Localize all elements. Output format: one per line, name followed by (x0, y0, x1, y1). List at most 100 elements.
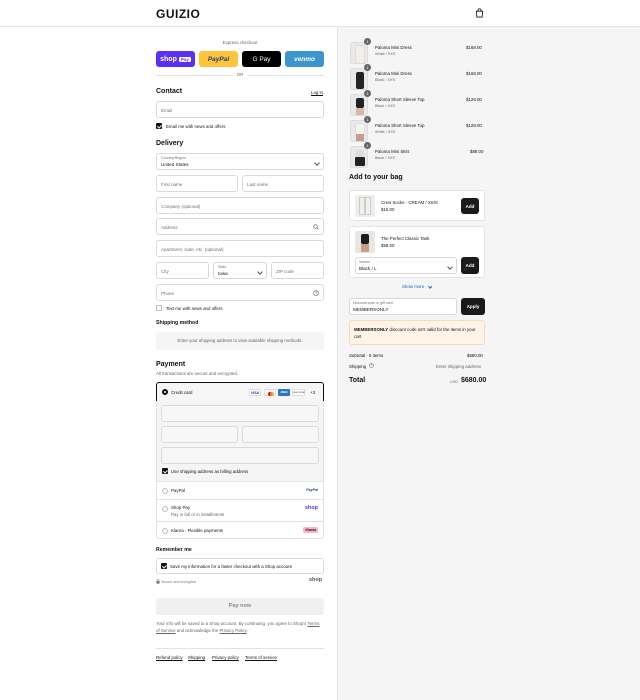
cart-item-name: Paloma Mini Skirt (375, 149, 410, 154)
cart-item-variant: White / XXS (375, 52, 396, 56)
upsell-product-card: Crew Socks - CREAM / XS/S $15.00 Add (349, 190, 485, 221)
paypal-label: PayPal (171, 488, 185, 493)
card-cvv-field[interactable] (242, 426, 319, 443)
state-label: State (218, 265, 227, 269)
footer-privacy-link[interactable]: Privacy policy (212, 655, 239, 660)
last-name-field[interactable]: Last name (242, 175, 324, 192)
product-image (355, 195, 375, 217)
shop-pay-button[interactable]: shop Pay (156, 51, 195, 67)
shop-pay-radio[interactable] (162, 506, 168, 512)
save-info-checkbox[interactable] (161, 563, 167, 569)
email-news-label: Email me with news and offers (166, 124, 226, 129)
phone-placeholder: Phone (161, 291, 175, 296)
shipping-value: Enter shipping address (436, 364, 481, 369)
first-name-field[interactable]: First name (156, 175, 238, 192)
shop-logo-icon: shop (304, 505, 318, 511)
klarna-logo-icon: Klarna (303, 527, 318, 533)
help-icon[interactable] (313, 290, 319, 296)
show-more-link[interactable]: Show more (402, 283, 433, 289)
brand-logo[interactable]: GUIZIO (156, 7, 200, 21)
country-select[interactable]: Country/Region United States (156, 153, 324, 170)
pay-now-button[interactable]: Pay now (156, 598, 324, 615)
shipping-label: Shipping (349, 364, 367, 369)
add-socks-button[interactable]: Add (461, 198, 479, 214)
cart-item-name: Paloma Mini Dress (375, 71, 412, 76)
quantity-badge: 1 (364, 90, 371, 97)
subtotal-label: Subtotal · 5 items (349, 353, 384, 358)
privacy-policy-link[interactable]: Privacy Policy (220, 628, 247, 633)
credit-card-option[interactable]: Credit card VISA AMEX DISCOVER +3 (156, 382, 324, 402)
venmo-button[interactable]: venmo (285, 51, 324, 67)
product-image (350, 94, 368, 116)
discount-code-value: MEMBERSONLY (353, 307, 389, 312)
city-field[interactable]: City (156, 262, 209, 279)
discount-code-field[interactable]: Discount code or gift card MEMBERSONLY (349, 298, 457, 315)
paypal-button[interactable]: PayPal (199, 51, 238, 67)
cart-item-variant: Black / XXS (375, 104, 396, 108)
card-name-field[interactable] (161, 447, 319, 464)
email-news-checkbox[interactable] (156, 123, 162, 129)
address-placeholder: Address (161, 225, 178, 230)
cart-item-price: $128.00 (466, 123, 482, 128)
legal-text: Your info will be saved to a Shop accoun… (156, 620, 324, 634)
paypal-logo-icon: PayPal (306, 488, 318, 492)
first-name-placeholder: First name (161, 182, 183, 187)
divider (156, 648, 324, 649)
amex-icon: AMEX (278, 389, 290, 396)
legal-text-c: . (246, 628, 248, 633)
product-image (350, 68, 368, 90)
cart-item-name: Paloma Short Sleeve Top (375, 97, 425, 102)
upsell-product-name: Crew Socks - CREAM / XS/S (381, 200, 438, 205)
mastercard-icon (264, 389, 276, 396)
company-placeholder: Company (optional) (161, 204, 201, 209)
visa-icon: VISA (249, 389, 261, 396)
legal-text-b: and acknowledge the (176, 628, 219, 633)
card-number-field[interactable] (161, 405, 319, 422)
secure-encrypted-label: Secure and encrypted (161, 580, 197, 584)
login-link[interactable]: Log in (311, 90, 323, 95)
billing-address-checkbox[interactable] (162, 468, 168, 474)
variant-select[interactable]: Variant Black / L (355, 257, 457, 274)
product-image (355, 231, 375, 253)
last-name-placeholder: Last name (247, 182, 269, 187)
klarna-radio[interactable] (162, 528, 168, 534)
quantity-badge: 1 (364, 38, 371, 45)
credit-card-label: Credit card (171, 390, 193, 395)
variant-value: Black / L (359, 266, 377, 271)
footer-refund-link[interactable]: Refund policy (156, 655, 183, 660)
footer-shipping-link[interactable]: Shipping (188, 655, 205, 660)
subtotal-value: $680.00 (467, 353, 483, 358)
chevron-down-icon (314, 160, 320, 166)
paypal-option[interactable]: PayPal PayPal (156, 481, 324, 499)
cart-item-price: $88.00 (470, 149, 484, 154)
footer-terms-link[interactable]: Terms of service (245, 655, 277, 660)
klarna-option[interactable]: Klarna - Flexible payments Klarna (156, 521, 324, 539)
address-field[interactable]: Address (156, 218, 324, 235)
remember-me-box: Save my information for a faster checkou… (156, 558, 324, 574)
apply-discount-button[interactable]: Apply (461, 298, 485, 315)
company-field[interactable]: Company (optional) (156, 197, 324, 214)
card-expiry-field[interactable] (161, 426, 238, 443)
state-value: Iowa (218, 271, 228, 276)
text-news-checkbox[interactable] (156, 305, 162, 311)
paypal-radio[interactable] (162, 488, 168, 494)
city-placeholder: City (161, 269, 169, 274)
product-image (350, 146, 368, 168)
shop-pay-option[interactable]: Shop Pay Pay in full or in installments … (156, 499, 324, 521)
zip-field[interactable]: ZIP code (271, 262, 324, 279)
phone-field[interactable]: Phone (156, 284, 324, 301)
shopping-bag-icon[interactable] (475, 8, 484, 18)
legal-text-a: Your info will be saved to a Shop accoun… (156, 621, 307, 626)
save-info-label: Save my information for a faster checkou… (170, 564, 292, 569)
billing-address-label: Use shipping address as billing address (171, 469, 249, 474)
apartment-field[interactable]: Apartment, suite, etc. (optional) (156, 240, 324, 257)
email-field[interactable]: Email (156, 101, 324, 118)
email-placeholder: Email (161, 108, 173, 113)
country-value: United States (161, 162, 189, 167)
help-icon[interactable] (369, 363, 374, 368)
card-details-panel: Use shipping address as billing address (156, 401, 324, 481)
add-tank-button[interactable]: Add (461, 257, 479, 274)
state-select[interactable]: State Iowa (213, 262, 267, 279)
google-pay-button[interactable]: G Pay (242, 51, 281, 67)
credit-card-radio[interactable] (162, 389, 168, 395)
